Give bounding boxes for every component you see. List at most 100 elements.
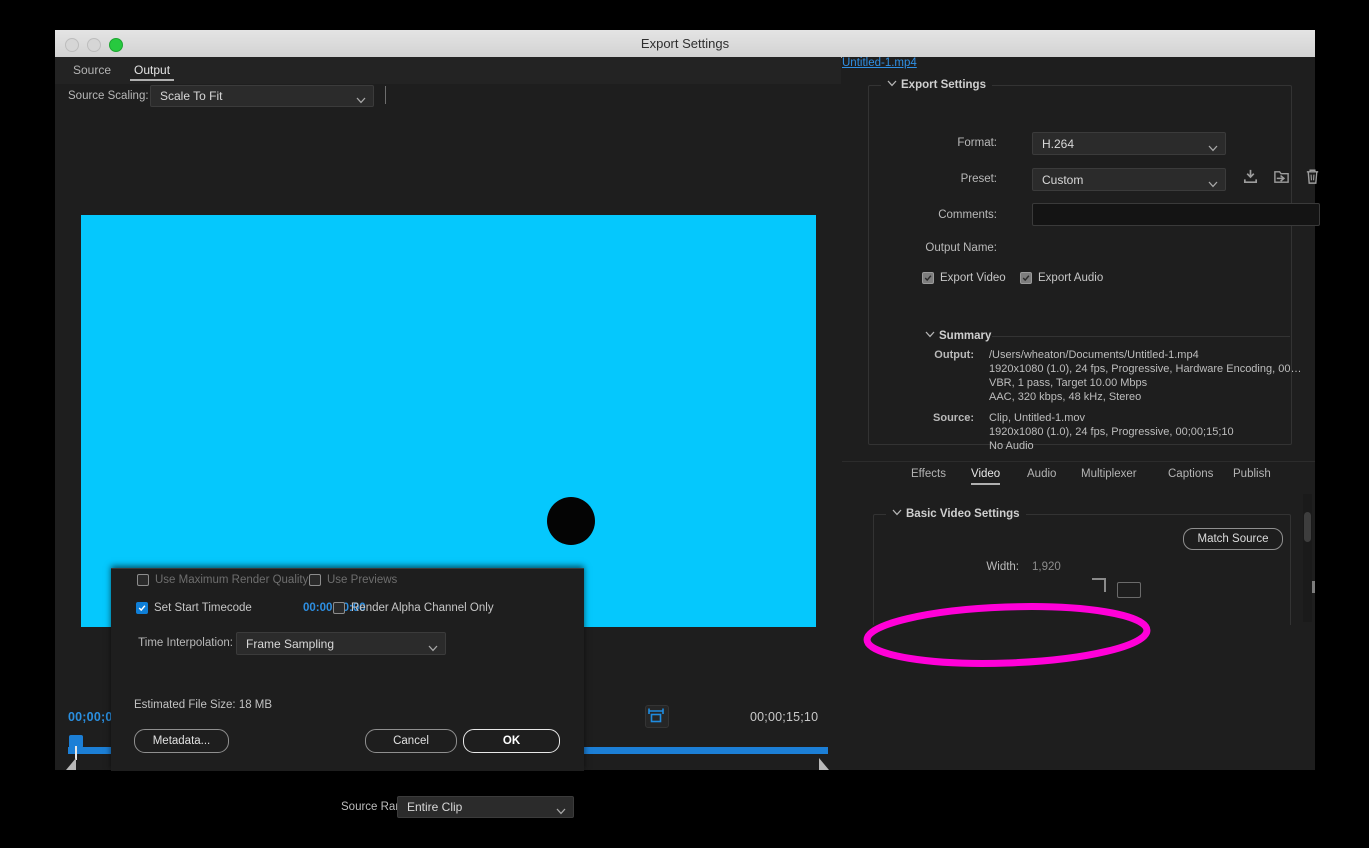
match-source-button[interactable]: Match Source — [1183, 528, 1283, 550]
summary-source-line: No Audio — [989, 440, 1034, 452]
preview-tabbar: Source Output — [55, 57, 841, 84]
preset-dropdown[interactable]: Custom — [1032, 168, 1226, 191]
source-range-marker-button[interactable] — [645, 705, 669, 728]
tab-multiplexer[interactable]: Multiplexer — [1081, 468, 1137, 483]
chevron-down-icon — [1208, 177, 1218, 187]
width-label: Width: — [986, 561, 1019, 573]
out-point-handle[interactable] — [819, 758, 829, 770]
source-range-value: Entire Clip — [407, 800, 463, 814]
cancel-button[interactable]: Cancel — [365, 729, 457, 753]
source-scaling-value: Scale To Fit — [160, 89, 223, 103]
screen-background: Export Settings Source Output Source Sca… — [0, 0, 1369, 848]
checkbox-box — [137, 574, 149, 586]
chevron-down-icon[interactable] — [892, 507, 902, 516]
window-title: Export Settings — [640, 36, 730, 51]
export-settings-window: Export Settings Source Output Source Sca… — [55, 30, 1320, 818]
time-interpolation-label: Time Interpolation: — [138, 637, 233, 649]
format-dropdown[interactable]: H.264 — [1032, 132, 1226, 155]
basic-video-settings-panel: Basic Video Settings Match Source Width:… — [842, 490, 1315, 625]
checkbox-box — [136, 602, 148, 614]
chevron-down-icon — [1208, 141, 1218, 151]
output-name-label: Output Name: — [925, 242, 997, 254]
tab-source[interactable]: Source — [69, 61, 115, 79]
preset-actions — [1242, 168, 1321, 190]
settings-tabbar: Effects Video Audio Multiplexer Captions… — [842, 461, 1315, 492]
use-max-render-quality-label: Use Maximum Render Quality — [155, 574, 309, 586]
preview-circle-shape — [547, 497, 595, 545]
estimated-file-size: Estimated File Size: 18 MB — [134, 699, 273, 711]
checkbox-box — [1020, 272, 1032, 284]
checkbox-box — [333, 602, 345, 614]
time-interpolation-value: Frame Sampling — [246, 636, 335, 651]
source-range-dropdown[interactable]: Entire Clip — [397, 796, 574, 818]
set-start-timecode-checkbox[interactable]: Set Start Timecode — [136, 602, 252, 614]
chevron-down-icon — [428, 641, 438, 651]
comments-label: Comments: — [938, 209, 997, 221]
tab-audio[interactable]: Audio — [1027, 468, 1056, 483]
import-preset-icon[interactable] — [1242, 168, 1259, 190]
summary-source-line: 1920x1080 (1.0), 24 fps, Progressive, 00… — [989, 426, 1234, 438]
summary-title-text: Summary — [939, 330, 992, 342]
duration-timecode: 00;00;15;10 — [750, 710, 819, 724]
export-video-checkbox[interactable]: Export Video — [922, 272, 1006, 284]
settings-scrollbar[interactable] — [1303, 494, 1312, 622]
summary-output-label: Output: — [934, 349, 974, 361]
export-preset-icon[interactable] — [1273, 168, 1290, 190]
basic-video-section-title[interactable]: Basic Video Settings — [886, 507, 1026, 520]
render-alpha-label: Render Alpha Channel Only — [351, 602, 494, 614]
use-previews-label: Use Previews — [327, 574, 398, 586]
preset-value: Custom — [1042, 172, 1084, 187]
source-scaling-dropdown[interactable]: Scale To Fit — [150, 85, 374, 107]
format-label: Format: — [957, 137, 997, 149]
tab-publish[interactable]: Publish — [1233, 468, 1271, 483]
width-stepper[interactable] — [1117, 582, 1141, 598]
use-previews-checkbox[interactable]: Use Previews — [309, 574, 397, 586]
chevron-down-icon[interactable] — [887, 78, 897, 87]
check-icon — [1022, 275, 1030, 282]
link-dimensions-icon[interactable] — [1092, 578, 1106, 592]
render-alpha-channel-checkbox[interactable]: Render Alpha Channel Only — [333, 602, 494, 614]
summary-divider — [992, 336, 1290, 337]
settings-pane: Export Settings Format: H.264 Preset: Cu… — [842, 57, 1320, 770]
chevron-down-icon — [356, 93, 366, 104]
summary-source-line: Clip, Untitled-1.mov — [989, 412, 1085, 424]
summary-output-line: /Users/wheaton/Documents/Untitled-1.mp4 — [989, 349, 1199, 361]
tab-output[interactable]: Output — [130, 61, 175, 81]
source-scaling-row: Source Scaling: Scale To Fit — [55, 84, 841, 112]
toolbar-separator — [385, 86, 386, 104]
checkbox-box — [309, 574, 321, 586]
width-value[interactable]: 1,920 — [1032, 561, 1061, 573]
window-titlebar: Export Settings — [55, 30, 1315, 58]
scrollbar-thumb[interactable] — [1304, 512, 1311, 542]
checkbox-box — [922, 272, 934, 284]
tab-video[interactable]: Video — [971, 468, 1001, 485]
check-icon — [924, 275, 932, 282]
delete-preset-icon[interactable] — [1304, 168, 1321, 190]
summary-output-line: VBR, 1 pass, Target 10.00 Mbps — [989, 377, 1148, 389]
tab-captions[interactable]: Captions — [1168, 468, 1213, 483]
summary-section-title[interactable]: Summary — [925, 329, 991, 342]
comments-input[interactable] — [1032, 203, 1320, 226]
output-name-link[interactable]: Untitled-1.mp4 — [842, 57, 1315, 69]
summary-output-line: 1920x1080 (1.0), 24 fps, Progressive, Ha… — [989, 363, 1302, 375]
set-start-timecode-label: Set Start Timecode — [154, 602, 252, 614]
check-icon — [138, 605, 146, 612]
format-value: H.264 — [1042, 136, 1075, 151]
chevron-down-icon[interactable] — [925, 329, 935, 338]
section-title-text: Export Settings — [901, 79, 986, 91]
tab-effects[interactable]: Effects — [911, 468, 946, 483]
use-max-render-quality-checkbox[interactable]: Use Maximum Render Quality — [137, 574, 308, 586]
video-preview-canvas[interactable] — [81, 215, 816, 627]
ok-button[interactable]: OK — [463, 729, 560, 753]
export-audio-label: Export Audio — [1038, 272, 1104, 284]
chevron-down-icon — [556, 804, 566, 815]
time-interpolation-dropdown[interactable]: Frame Sampling — [236, 632, 446, 655]
summary-source-label: Source: — [933, 412, 974, 424]
in-point-handle[interactable] — [66, 758, 76, 770]
preset-label: Preset: — [960, 173, 997, 185]
export-video-label: Export Video — [940, 272, 1006, 284]
export-settings-section-title[interactable]: Export Settings — [881, 78, 992, 91]
metadata-button[interactable]: Metadata... — [134, 729, 229, 753]
floating-settings-panel: Use Maximum Render Quality Use Previews … — [111, 568, 584, 771]
export-audio-checkbox[interactable]: Export Audio — [1020, 272, 1103, 284]
